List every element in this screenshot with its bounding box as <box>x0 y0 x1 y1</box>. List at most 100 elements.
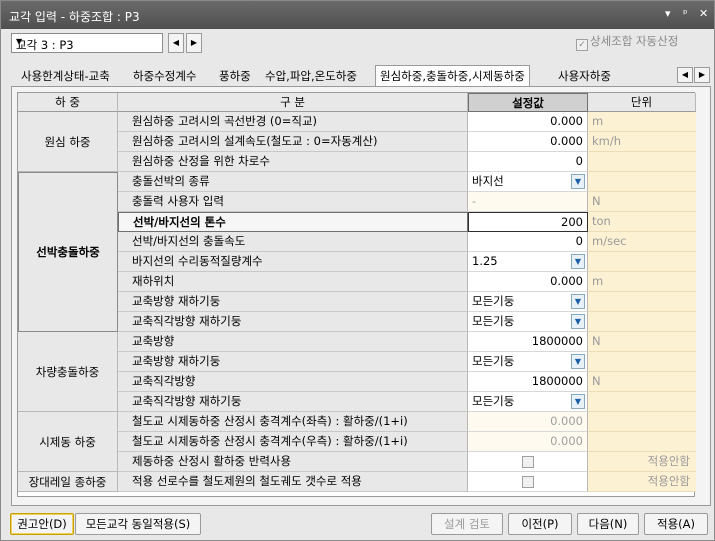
group-centrifugal: 원심 하중 <box>18 112 118 172</box>
row-unit: N <box>588 372 696 392</box>
next-case-button[interactable]: ▶ <box>186 33 202 53</box>
row-label: 교축직각방향 재하기둥 <box>118 312 468 332</box>
checkmark-icon: ✓ <box>576 39 588 51</box>
row-value: 모든기둥 <box>472 294 515 308</box>
column-select[interactable]: 모든기둥 ▼ <box>468 312 588 332</box>
row-label: 교축직각방향 재하기둥 <box>118 392 468 412</box>
row-label: 원심하중 고려시의 곡선반경 (0=직교) <box>118 112 468 132</box>
row-unit: ton <box>588 212 696 232</box>
column-select[interactable]: 모든기둥 ▼ <box>468 352 588 372</box>
table-row: 충돌력 사용자 입력 - N <box>118 192 696 212</box>
tab-service-limit[interactable]: 사용한계상태-교축 <box>21 68 110 84</box>
table-row: 교축직각방향 재하기둥 모든기둥 ▼ <box>118 312 696 332</box>
row-label: 바지선의 수리동적질량계수 <box>118 252 468 272</box>
reaction-checkbox-cell <box>468 452 588 472</box>
prev-button[interactable]: 이전(P) <box>508 513 572 535</box>
header-value: 설정값 <box>468 93 588 112</box>
row-value: 모든기둥 <box>472 394 515 408</box>
apply-button[interactable]: 적용(A) <box>644 513 708 535</box>
row-unit: N <box>588 192 696 212</box>
title-bar: 교각 입력 - 하중조합 : P3 ▾ ᵖ ✕ <box>1 1 714 29</box>
row-unit <box>588 292 696 312</box>
close-icon[interactable]: ✕ <box>699 7 708 20</box>
group-ship-collision: 선박충돌하중 <box>18 172 118 332</box>
ship-type-select[interactable]: 바지선 ▼ <box>468 172 588 192</box>
row-unit <box>588 412 696 432</box>
row-unit: m/sec <box>588 232 696 252</box>
row-label: 충돌선박의 종류 <box>118 172 468 192</box>
tonnage-input[interactable]: 200 <box>468 212 588 232</box>
case-select[interactable]: 교각 3 : P3 ▼ <box>11 33 163 53</box>
next-button[interactable]: 다음(N) <box>577 513 639 535</box>
chevron-down-icon[interactable]: ▼ <box>571 294 585 309</box>
row-label: 교축방향 재하기둥 <box>118 352 468 372</box>
chevron-down-icon[interactable]: ▼ <box>571 354 585 369</box>
group-longrail: 장대레일 종하중 <box>18 472 118 492</box>
row-label: 철도교 시제동하중 산정시 충격계수(우측) : 활하중/(1+i) <box>118 432 468 452</box>
row-unit <box>588 312 696 332</box>
row-unit <box>588 172 696 192</box>
chevron-down-icon[interactable]: ▼ <box>571 254 585 269</box>
row-unit <box>588 152 696 172</box>
chevron-down-icon[interactable]: ▼ <box>571 174 585 189</box>
tab-bar: 사용한계상태-교축 하중수정계수 풍하중 수압,파압,온도하중 원심하중,충돌하… <box>11 65 711 87</box>
row-label: 교축방향 재하기둥 <box>118 292 468 312</box>
row-label: 선박/바지선의 톤수 <box>118 212 468 232</box>
chevron-down-icon[interactable]: ▼ <box>571 394 585 409</box>
row-value-input[interactable]: 0.000 <box>468 132 588 152</box>
table-row: 교축직각방향 재하기둥 모든기둥 ▼ <box>118 392 696 412</box>
table-row: 원심하중 산정을 위한 차로수 0 <box>118 152 696 172</box>
row-value: 모든기둥 <box>472 314 515 328</box>
track-checkbox-cell <box>468 472 588 492</box>
design-check-button: 설계 검토 <box>431 513 503 535</box>
table-row: 제동하중 산정시 활하중 반력사용 적용안함 <box>118 452 696 472</box>
row-label: 제동하중 산정시 활하중 반력사용 <box>118 452 468 472</box>
menu-dropdown-icon[interactable]: ▾ <box>665 7 671 20</box>
tab-water-pressure[interactable]: 수압,파압,온도하중 <box>265 68 357 84</box>
auto-combo-label: 상세조합 자동산정 <box>590 34 679 48</box>
prev-case-button[interactable]: ◀ <box>168 33 184 53</box>
header-item: 구 분 <box>118 93 468 112</box>
table-row: 원심하중 고려시의 설계속도(철도교 : 0=자동계산) 0.000 km/h <box>118 132 696 152</box>
row-label: 선박/바지선의 충돌속도 <box>118 232 468 252</box>
row-unit: 적용안함 <box>588 472 696 492</box>
track-checkbox[interactable] <box>521 476 534 488</box>
column-select[interactable]: 모든기둥 ▼ <box>468 392 588 412</box>
tab-load-modifier[interactable]: 하중수정계수 <box>133 68 196 84</box>
row-value-input: 0.000 <box>468 412 588 432</box>
row-unit: m <box>588 272 696 292</box>
row-label: 교축방향 <box>118 332 468 352</box>
tab-panel: 하 중 구 분 설정값 단위 원심 하중 선박충돌하중 차량충돌하중 시제동 하… <box>11 86 711 506</box>
table-row: 철도교 시제동하중 산정시 충격계수(좌측) : 활하중/(1+i) 0.000 <box>118 412 696 432</box>
row-value-input[interactable]: 1800000 <box>468 332 588 352</box>
header-group: 하 중 <box>18 93 118 112</box>
window-title: 교각 입력 - 하중조합 : P3 <box>9 10 140 24</box>
mass-coef-select[interactable]: 1.25 ▼ <box>468 252 588 272</box>
row-value-input[interactable]: 0 <box>468 152 588 172</box>
header-unit: 단위 <box>588 93 696 112</box>
auto-combo-checkbox[interactable]: ✓ 상세조합 자동산정 <box>576 33 678 51</box>
row-value-input: 0.000 <box>468 432 588 452</box>
tab-user-load[interactable]: 사용자하중 <box>558 68 611 84</box>
row-value-input[interactable]: 0.000 <box>468 112 588 132</box>
apply-all-piers-button[interactable]: 모든교각 동일적용(S) <box>75 513 201 535</box>
table-row: 선박/바지선의 톤수 200 ton <box>118 212 696 232</box>
row-value-input[interactable]: 1800000 <box>468 372 588 392</box>
row-label: 원심하중 산정을 위한 차로수 <box>118 152 468 172</box>
tab-centrifugal-collision-braking[interactable]: 원심하중,충돌하중,시제동하중 <box>375 65 530 87</box>
table-row: 교축방향 재하기둥 모든기둥 ▼ <box>118 292 696 312</box>
reaction-checkbox[interactable] <box>521 456 534 468</box>
recommend-button[interactable]: 권고안(D) <box>10 513 74 535</box>
column-select[interactable]: 모든기둥 ▼ <box>468 292 588 312</box>
row-value-input[interactable]: 0.000 <box>468 272 588 292</box>
chevron-down-icon[interactable]: ▼ <box>571 314 585 329</box>
tab-scroll-left-button[interactable]: ◀ <box>677 67 693 83</box>
row-unit: m <box>588 112 696 132</box>
tab-scroll-right-button[interactable]: ▶ <box>694 67 710 83</box>
row-value-input[interactable]: 0 <box>468 232 588 252</box>
table-row: 재하위치 0.000 m <box>118 272 696 292</box>
load-grid: 하 중 구 분 설정값 단위 원심 하중 선박충돌하중 차량충돌하중 시제동 하… <box>17 92 696 497</box>
pin-icon[interactable]: ᵖ <box>683 7 688 20</box>
row-label: 원심하중 고려시의 설계속도(철도교 : 0=자동계산) <box>118 132 468 152</box>
tab-wind-load[interactable]: 풍하중 <box>219 68 251 84</box>
